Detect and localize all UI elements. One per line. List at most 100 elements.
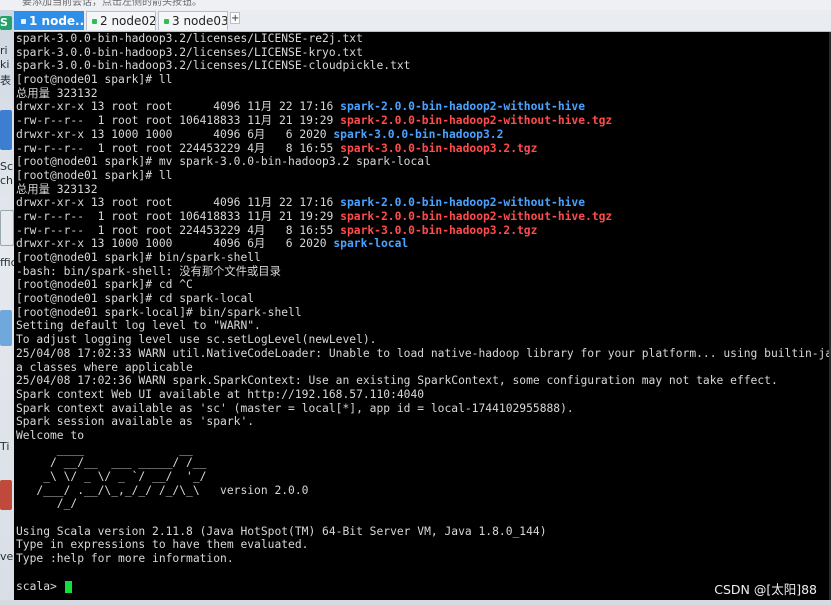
terminal-text: [root@node01 spark]# bin/spark-shell [16,251,261,264]
terminal-line: [root@node01 spark]# bin/spark-shell [16,251,829,265]
terminal-text: /_/ [16,497,78,511]
desktop-background-strip: S ri ki 表 Sc ch ffic Ti ve [0,10,14,605]
session-tab-bar: 1 node... 2 node02 3 node03 + [14,10,831,32]
terminal-text: [root@node01 spark]# mv spark-3.0.0-bin-… [16,155,431,169]
desktop-icon-fragment [0,110,12,150]
terminal-text: Spark session available as 'spark'. [16,415,255,429]
session-hint-text: 要添加当前会话，点击左侧的箭头按钮。 [22,0,202,8]
terminal-text: drwxr-xr-x 13 1000 1000 4096 6月 6 2020 [16,127,334,141]
desktop-text-fragment: S [0,16,8,29]
terminal-text: -rw-r--r-- 1 root root 106418833 11月 21 … [16,114,341,128]
session-status-icon [164,18,169,24]
terminal-text: [root@node01 spark-local]# bin/spark-she… [16,305,302,319]
terminal-line: _\ \/ _ \/ _ `/ __/ '_/ [16,470,829,484]
session-status-icon [21,18,26,24]
terminal-text: -rw-r--r-- 1 root root 106418833 11月 21 … [16,209,341,223]
archive-file-name: spark-2.0.0-bin-hadoop2-without-hive.tgz [340,114,613,128]
watermark: CSDN @[太阳]88 [714,582,817,597]
terminal-line: To adjust logging level use sc.setLogLev… [16,333,829,347]
terminal-text: scala> [16,579,64,593]
terminal-text: Type in expressions to have them evaluat… [16,538,309,552]
desktop-icon-fragment [0,480,12,510]
terminal-line: -rw-r--r-- 1 root root 106418833 11月 21 … [16,210,829,224]
terminal-cursor [64,580,72,593]
session-status-icon [92,18,97,24]
terminal-text: 25/04/08 17:02:36 WARN spark.SparkContex… [16,374,778,388]
terminal-line: /_/ [16,497,829,511]
terminal-text: _\ \/ _ \/ _ `/ __/ '_/ [16,470,207,483]
tab-node01[interactable]: 1 node... [14,11,84,30]
tab-label: 1 node... [29,14,84,28]
terminal-text: / __/__ ___ _____/ /__ [16,456,207,470]
terminal-line: drwxr-xr-x 13 root root 4096 11月 22 17:1… [16,196,829,210]
directory-name: spark-2.0.0-bin-hadoop2-without-hive [340,196,586,210]
terminal-line: [root@node01 spark-local]# bin/spark-she… [16,306,829,320]
terminal-line: drwxr-xr-x 13 root root 4096 11月 22 17:1… [16,100,829,114]
terminal-line: -rw-r--r-- 1 root root 224453229 4月 8 16… [16,142,829,156]
directory-name: spark-local [333,237,409,251]
archive-file-name: spark-3.0.0-bin-hadoop3.2.tgz [340,141,538,155]
terminal-line: /___/ .__/\_,_/_/ /_/\_\ version 2.0.0 [16,484,829,498]
terminal-text: 总用量 323132 [16,86,98,100]
terminal-line: [root@node01 spark]# ll [16,169,829,183]
app-window: 要添加当前会话，点击左侧的箭头按钮。 S ri ki 表 Sc ch ffic … [0,0,831,605]
terminal-line: 25/04/08 17:02:36 WARN spark.SparkContex… [16,374,829,388]
desktop-text-fragment: Ti [0,440,10,453]
terminal-text: -rw-r--r-- 1 root root 224453229 4月 8 16… [16,141,341,155]
terminal-line: Type in expressions to have them evaluat… [16,538,829,552]
desktop-icon-fragment [0,210,14,246]
desktop-icon-fragment [0,310,12,346]
terminal-text: [root@node01 spark]# cd ^C [16,278,193,292]
terminal-text: 25/04/08 17:02:33 WARN util.NativeCodeLo… [16,346,829,360]
archive-file-name: spark-2.0.0-bin-hadoop2-without-hive.tgz [340,209,613,223]
terminal-text: [root@node01 spark]# ll [16,168,173,182]
terminal-line: drwxr-xr-x 13 1000 1000 4096 6月 6 2020 s… [16,237,829,251]
tab-node02[interactable]: 2 node02 [86,11,156,30]
terminal-text: -rw-r--r-- 1 root root 224453229 4月 8 16… [16,223,341,237]
terminal-text: Using Scala version 2.11.8 (Java HotSpot… [16,524,547,538]
add-tab-button[interactable]: + [230,12,240,24]
terminal-line: [root@node01 spark]# cd spark-local [16,292,829,306]
terminal-text: /___/ .__/\_,_/_/ /_/\_\ version 2.0.0 [16,483,309,497]
terminal-line: [root@node01 spark]# mv spark-3.0.0-bin-… [16,155,829,169]
tab-label: 3 node03 [172,14,228,28]
terminal-text: [root@node01 spark]# cd spark-local [16,292,255,306]
terminal-line: Spark session available as 'spark'. [16,415,829,429]
terminal-text: spark-3.0.0-bin-hadoop3.2/licenses/LICEN… [16,59,411,73]
terminal-line: [root@node01 spark]# ll [16,73,829,87]
terminal-prompt-line: scala> [16,580,829,594]
terminal-line: Spark context Web UI available at http:/… [16,388,829,402]
terminal-lines: spark-3.0.0-bin-hadoop3.2/licenses/LICEN… [16,32,829,593]
desktop-text-fragment: ffic [0,256,14,269]
desktop-text-fragment: 表 [0,74,11,87]
terminal-line: spark-3.0.0-bin-hadoop3.2/licenses/LICEN… [16,32,829,46]
terminal-line: 25/04/08 17:02:33 WARN util.NativeCodeLo… [16,347,829,361]
terminal-text: Setting default log level to "WARN". [16,319,261,333]
terminal-text: To adjust logging level use sc.setLogLev… [16,333,377,347]
terminal-line: [root@node01 spark]# cd ^C [16,278,829,292]
terminal-line: / __/__ ___ _____/ /__ [16,456,829,470]
tab-node03[interactable]: 3 node03 [158,11,228,30]
terminal-text: Type :help for more information. [16,552,234,566]
terminal-line: spark-3.0.0-bin-hadoop3.2/licenses/LICEN… [16,46,829,60]
terminal-line: Spark context available as 'sc' (master … [16,402,829,416]
terminal-text: Spark context available as 'sc' (master … [16,401,574,415]
terminal-line: -rw-r--r-- 1 root root 106418833 11月 21 … [16,114,829,128]
terminal-line: a classes where applicable [16,361,829,375]
terminal-line: Setting default log level to "WARN". [16,319,829,333]
terminal-output[interactable]: spark-3.0.0-bin-hadoop3.2/licenses/LICEN… [14,32,829,600]
terminal-text: spark-3.0.0-bin-hadoop3.2/licenses/LICEN… [16,45,363,59]
session-hint-bar: 要添加当前会话，点击左侧的箭头按钮。 [0,0,831,10]
terminal-line: 总用量 323132 [16,183,829,197]
terminal-line: -bash: bin/spark-shell: 没有那个文件或目录 [16,265,829,279]
archive-file-name: spark-3.0.0-bin-hadoop3.2.tgz [340,223,538,237]
window-bottom-edge [0,600,831,605]
terminal-text: drwxr-xr-x 13 root root 4096 11月 22 17:1… [16,196,341,210]
terminal-line: Type :help for more information. [16,552,829,566]
terminal-text: spark-3.0.0-bin-hadoop3.2/licenses/LICEN… [16,32,363,45]
directory-name: spark-3.0.0-bin-hadoop3.2 [333,127,504,141]
desktop-text-fragment: ri [0,44,8,57]
terminal-line: Using Scala version 2.11.8 (Java HotSpot… [16,525,829,539]
